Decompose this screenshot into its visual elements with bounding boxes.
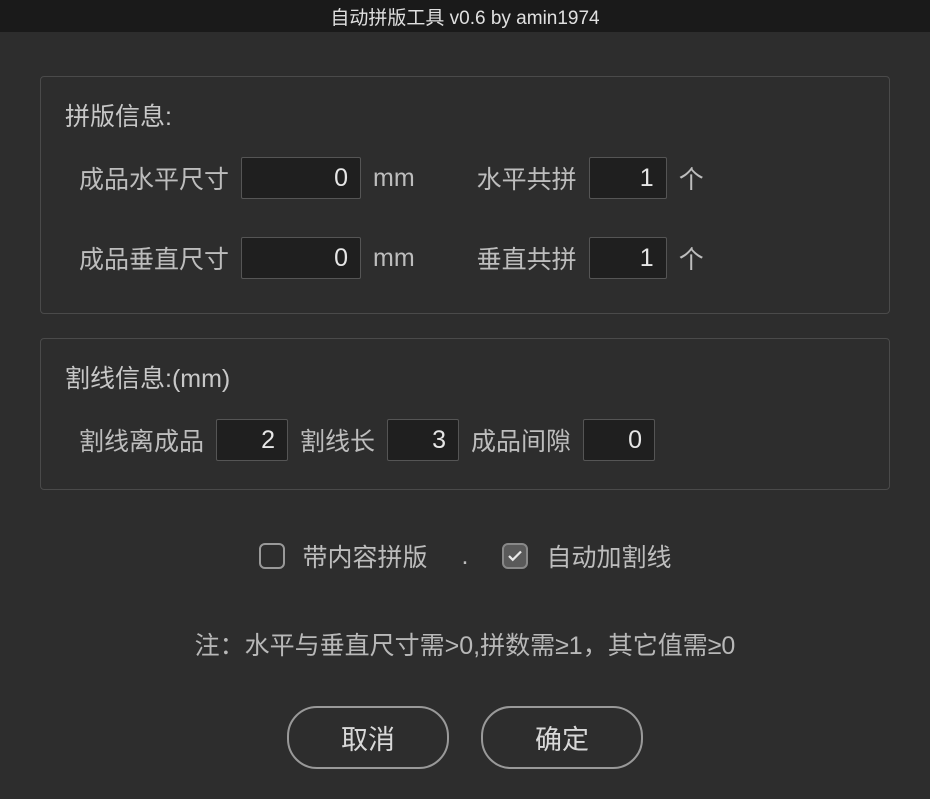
panel-cutline-info: 割线信息:(mm) 割线离成品 割线长 成品间隙: [40, 338, 890, 490]
label-with-content: 带内容拼版: [303, 538, 428, 574]
window-title: 自动拼版工具 v0.6 by amin1974: [330, 3, 599, 30]
note-text: 注：水平与垂直尺寸需>0,拼数需≥1，其它值需≥0: [40, 626, 890, 662]
input-cut-length[interactable]: [387, 419, 459, 461]
input-cut-distance[interactable]: [216, 419, 288, 461]
button-row: 取消 确定: [40, 706, 890, 769]
section-title-cutline: 割线信息:(mm): [65, 359, 865, 395]
label-vertical-size: 成品垂直尺寸: [79, 240, 229, 276]
unit-mm-1: mm: [373, 164, 415, 193]
unit-count-2: 个: [679, 240, 704, 276]
row-cutline: 割线离成品 割线长 成品间隙: [65, 419, 865, 461]
window-body: 拼版信息: 成品水平尺寸 mm 水平共拼 个 成品垂直尺寸 mm 垂直共拼 个 …: [0, 32, 930, 799]
label-vertical-count: 垂直共拼: [477, 240, 577, 276]
checkbox-with-content[interactable]: [259, 543, 285, 569]
panel-imposition-info: 拼版信息: 成品水平尺寸 mm 水平共拼 个 成品垂直尺寸 mm 垂直共拼 个: [40, 76, 890, 314]
unit-mm-2: mm: [373, 244, 415, 273]
title-bar: 自动拼版工具 v0.6 by amin1974: [0, 0, 930, 32]
cancel-button[interactable]: 取消: [287, 706, 449, 769]
label-auto-cutline: 自动加割线: [546, 538, 671, 574]
input-vertical-count[interactable]: [589, 237, 667, 279]
label-horizontal-size: 成品水平尺寸: [79, 160, 229, 196]
input-product-gap[interactable]: [583, 419, 655, 461]
input-horizontal-size[interactable]: [241, 157, 361, 199]
input-vertical-size[interactable]: [241, 237, 361, 279]
label-product-gap: 成品间隙: [471, 422, 571, 458]
row-vertical: 成品垂直尺寸 mm 垂直共拼 个: [65, 237, 865, 279]
checkbox-row: 带内容拼版 . 自动加割线: [40, 538, 890, 574]
section-title-imposition: 拼版信息:: [65, 97, 865, 133]
separator-dot: .: [462, 542, 469, 571]
checkbox-auto-cutline[interactable]: [502, 543, 528, 569]
check-icon: [506, 547, 524, 565]
label-cut-distance: 割线离成品: [79, 422, 204, 458]
label-cut-length: 割线长: [300, 422, 375, 458]
input-horizontal-count[interactable]: [589, 157, 667, 199]
ok-button[interactable]: 确定: [481, 706, 643, 769]
label-horizontal-count: 水平共拼: [477, 160, 577, 196]
row-horizontal: 成品水平尺寸 mm 水平共拼 个: [65, 157, 865, 199]
unit-count-1: 个: [679, 160, 704, 196]
